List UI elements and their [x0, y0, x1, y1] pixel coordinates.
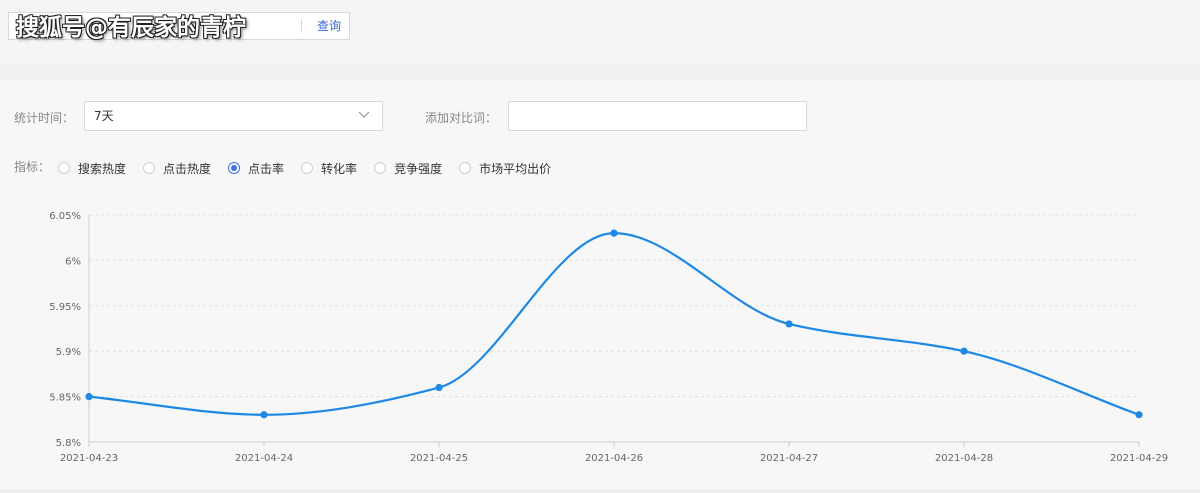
data-point [435, 383, 443, 392]
metric-option-label: 市场平均出价 [479, 161, 552, 176]
ctr-line-chart: 5.8% 5.85% 5.9% 5.95% 6% 6.05% 2021-04-23 2021-… [0, 200, 1200, 489]
y-tick-label: 5.85% [49, 393, 81, 404]
metric-option[interactable]: 点击率 [228, 160, 284, 177]
metric-option-label: 点击率 [248, 161, 285, 176]
x-tick-label: 2021-04-29 [1110, 453, 1168, 464]
metric-radio-group: 搜索热度 点击热度 点击率 转化率 竞争强度 市场平均出价 [58, 160, 568, 176]
metric-option[interactable]: 转化率 [301, 160, 357, 177]
radio-unchecked-icon [301, 162, 314, 174]
data-point [960, 347, 968, 355]
x-tick-label: 2021-04-27 [760, 453, 818, 464]
compare-word-input[interactable] [508, 101, 807, 131]
y-tick-label: 6% [65, 256, 81, 267]
data-point [260, 411, 268, 419]
metric-option[interactable]: 点击热度 [143, 160, 211, 177]
compare-word-label: 添加对比词： [425, 111, 498, 125]
x-tick-label: 2021-04-28 [935, 453, 993, 464]
data-point [785, 320, 793, 328]
time-range-label: 统计时间： [14, 111, 75, 125]
metric-option[interactable]: 竞争强度 [374, 160, 442, 177]
metric-label: 指标： [14, 160, 51, 174]
data-point [85, 393, 93, 401]
y-tick-label: 5.95% [49, 302, 81, 313]
search-button[interactable]: 查询 [309, 13, 349, 39]
x-tick-label: 2021-04-26 [585, 453, 643, 464]
y-tick-label: 5.8% [56, 438, 81, 449]
radio-unchecked-icon [58, 162, 70, 174]
watermark: 搜狐号@有辰家的青柠 [16, 15, 246, 41]
y-tick-label: 6.05% [49, 211, 81, 222]
x-tick-label: 2021-04-23 [60, 453, 118, 464]
x-tick-label: 2021-04-25 [410, 453, 468, 464]
metric-option[interactable]: 市场平均出价 [459, 160, 551, 177]
y-tick-label: 5.9% [56, 347, 81, 358]
metric-option-label: 搜索热度 [78, 161, 127, 176]
radio-unchecked-icon [459, 162, 472, 174]
data-point [610, 229, 618, 237]
time-range-select[interactable]: 7天 [84, 101, 383, 131]
keyword-analysis-panel: 统计时间： 7天 添加对比词： 指标： 搜索热度 点击热度 点击率 转化率 竞争强度 市场… [0, 80, 1200, 489]
data-point [1135, 411, 1143, 419]
radio-unchecked-icon [143, 162, 156, 174]
metric-option[interactable]: 搜索热度 [58, 160, 126, 177]
metric-option-label: 点击热度 [163, 161, 212, 176]
metric-option-label: 转化率 [321, 161, 358, 176]
x-tick-label: 2021-04-24 [235, 453, 293, 464]
chevron-down-icon [358, 111, 370, 118]
time-range-value: 7天 [94, 109, 114, 123]
top-search-bar: 查询 搜狐号@有辰家的青柠 [0, 0, 1200, 64]
metric-option-label: 竞争强度 [394, 161, 443, 176]
radio-checked-icon [228, 162, 241, 174]
search-divider [301, 19, 302, 33]
chart-svg: 5.8% 5.85% 5.9% 5.95% 6% 6.05% 2021-04-23 2021-… [49, 211, 1168, 464]
radio-unchecked-icon [374, 162, 387, 174]
